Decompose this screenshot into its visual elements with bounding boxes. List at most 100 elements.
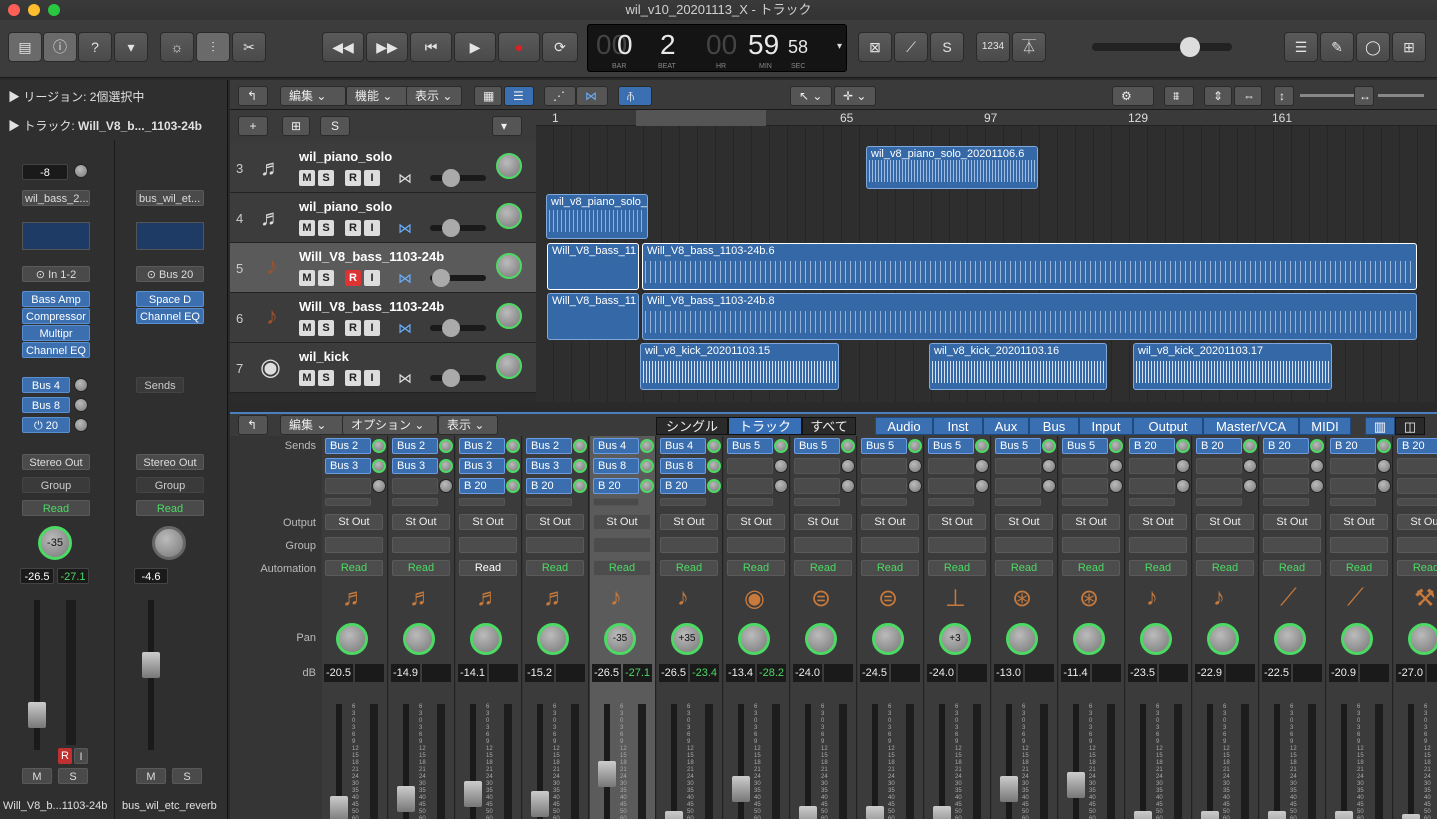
filter-midi[interactable]: MIDI	[1299, 417, 1351, 435]
mixer-send-knob[interactable]	[975, 439, 989, 453]
mixer-send-knob[interactable]	[975, 479, 989, 493]
mixer-send-knob[interactable]	[1310, 479, 1324, 493]
track-name[interactable]: wil_piano_solo	[299, 149, 392, 164]
track-input-button[interactable]: I	[364, 320, 380, 336]
mixer-send-knob[interactable]	[506, 439, 520, 453]
mixer-volume-display[interactable]: -26.5	[592, 664, 621, 682]
mixer-send-slot-empty[interactable]	[1062, 498, 1108, 506]
track-volume-thumb[interactable]	[442, 219, 460, 237]
mixer-send-slot-empty[interactable]	[1196, 498, 1242, 506]
mixer-automation-slot[interactable]: Read	[727, 560, 785, 576]
freeze-icon[interactable]: ⋈	[398, 170, 412, 187]
gain-display[interactable]: -8	[22, 164, 68, 180]
mixer-pan-knob[interactable]	[403, 623, 435, 655]
mixer-automation-slot[interactable]: Read	[1196, 560, 1254, 576]
library-button[interactable]: ▤	[8, 32, 42, 62]
eq-thumbnail[interactable]	[22, 222, 90, 250]
mixer-volume-display[interactable]: -22.5	[1262, 664, 1291, 682]
mixer-group-slot[interactable]	[861, 537, 919, 553]
mixer-pan-knob[interactable]	[1073, 623, 1105, 655]
mixer-group-slot[interactable]	[526, 537, 584, 553]
bus-group-slot[interactable]: Group	[136, 477, 204, 493]
toolbar-button[interactable]: ▾	[114, 32, 148, 62]
mixer-send-slot[interactable]: Bus 5	[794, 438, 840, 454]
mixer-send-knob[interactable]	[1377, 479, 1391, 493]
mixer-edit-menu[interactable]: 編集 ⌄	[280, 415, 346, 435]
mixer-output-slot[interactable]: St Out	[392, 514, 450, 530]
bus-volume-display[interactable]: -4.6	[134, 568, 168, 584]
mixer-send-knob[interactable]	[1377, 459, 1391, 473]
vertical-zoom-slider[interactable]	[1300, 94, 1356, 97]
mixer-group-slot[interactable]	[1330, 537, 1388, 553]
mixer-send-slot[interactable]	[1196, 458, 1242, 474]
track-record-button[interactable]: R	[345, 220, 361, 236]
audio-region[interactable]: wil_v8_piano_solo_20201106.6	[866, 146, 1038, 189]
mixer-send-slot-empty[interactable]	[995, 498, 1041, 506]
mixer-output-slot[interactable]: St Out	[1196, 514, 1254, 530]
send-slot-1[interactable]: Bus 4	[22, 377, 70, 393]
mixer-group-slot[interactable]	[928, 537, 986, 553]
mixer-peak-display[interactable]	[556, 664, 585, 682]
bus-channel-setting-slot[interactable]: bus_wil_et...	[136, 190, 204, 206]
track-name[interactable]: wil_piano_solo	[299, 199, 392, 214]
mixer-automation-slot[interactable]: Read	[1062, 560, 1120, 576]
global-solo-button[interactable]: S	[320, 116, 350, 136]
track-volume-thumb[interactable]	[432, 269, 450, 287]
mixer-volume-fader[interactable]	[1402, 814, 1420, 819]
lcd-menu-chevron-icon[interactable]: ▾	[837, 41, 842, 52]
mixer-automation-slot[interactable]: Read	[1330, 560, 1388, 576]
mixer-send-slot[interactable]	[1397, 478, 1437, 494]
mixer-send-slot[interactable]: Bus 4	[593, 438, 639, 454]
tab-all[interactable]: すべて	[802, 417, 856, 435]
mixer-send-knob[interactable]	[1176, 459, 1190, 473]
mixer-peak-display[interactable]: -23.4	[690, 664, 719, 682]
track-pan-knob[interactable]	[496, 303, 522, 329]
input-slot[interactable]: ⊙ In 1-2	[22, 266, 90, 282]
mixer-peak-display[interactable]	[1360, 664, 1389, 682]
second-tool-menu[interactable]: ✛ ⌄	[834, 86, 876, 106]
mixer-volume-fader[interactable]	[1067, 772, 1085, 798]
track-solo-button[interactable]: S	[318, 270, 334, 286]
track-name[interactable]: Will_V8_bass_1103-24b	[299, 299, 444, 314]
mixer-group-slot[interactable]	[1062, 537, 1120, 553]
mixer-send-slot-empty[interactable]	[459, 498, 505, 506]
mixer-pan-knob[interactable]	[872, 623, 904, 655]
track-volume-thumb[interactable]	[442, 169, 460, 187]
mixer-options-menu[interactable]: オプション ⌄	[342, 415, 438, 435]
mixer-pan-knob[interactable]: +35	[671, 623, 703, 655]
mixer-send-slot-empty[interactable]	[928, 498, 974, 506]
mixer-volume-display[interactable]: -15.2	[525, 664, 554, 682]
mixer-send-slot[interactable]: B 20	[526, 478, 572, 494]
audio-region[interactable]: Will_V8_bass_11	[547, 293, 639, 340]
track-solo-button[interactable]: S	[318, 220, 334, 236]
mixer-send-slot[interactable]	[392, 478, 438, 494]
mixer-pan-knob[interactable]	[336, 623, 368, 655]
editors-button[interactable]: ✂	[232, 32, 266, 62]
mixer-group-slot[interactable]	[392, 537, 450, 553]
mixer-output-slot[interactable]: St Out	[727, 514, 785, 530]
mixer-group-slot[interactable]	[1129, 537, 1187, 553]
mixer-automation-slot[interactable]: Read	[593, 560, 651, 576]
mixer-send-slot[interactable]	[727, 478, 773, 494]
audio-region[interactable]: Will_V8_bass_11	[547, 243, 639, 290]
track-name[interactable]: wil_kick	[299, 349, 349, 364]
plugin-slot-2[interactable]: Compressor	[22, 308, 90, 324]
pan-knob[interactable]: -35	[38, 526, 72, 560]
mixer-volume-fader[interactable]	[933, 806, 951, 819]
mixer-send-slot[interactable]	[794, 478, 840, 494]
go-to-beginning-button[interactable]: ⏮	[410, 32, 452, 62]
mixer-send-slot[interactable]: Bus 8	[593, 458, 639, 474]
track-pan-knob[interactable]	[496, 353, 522, 379]
forward-button[interactable]: ▶▶	[366, 32, 408, 62]
mixer-peak-display[interactable]	[1293, 664, 1322, 682]
filter-output[interactable]: Output	[1133, 417, 1203, 435]
edit-menu[interactable]: 編集 ⌄	[280, 86, 346, 106]
mixer-send-slot-empty[interactable]	[325, 498, 371, 506]
mixer-send-slot[interactable]: B 20	[1129, 438, 1175, 454]
mixer-volume-display[interactable]: -23.5	[1128, 664, 1157, 682]
mixer-send-slot-empty[interactable]	[861, 498, 907, 506]
mixer-output-slot[interactable]: St Out	[325, 514, 383, 530]
freeze-icon[interactable]: ⋈	[398, 220, 412, 237]
bus-mute-button[interactable]: M	[136, 768, 166, 784]
mixer-send-knob[interactable]	[841, 439, 855, 453]
